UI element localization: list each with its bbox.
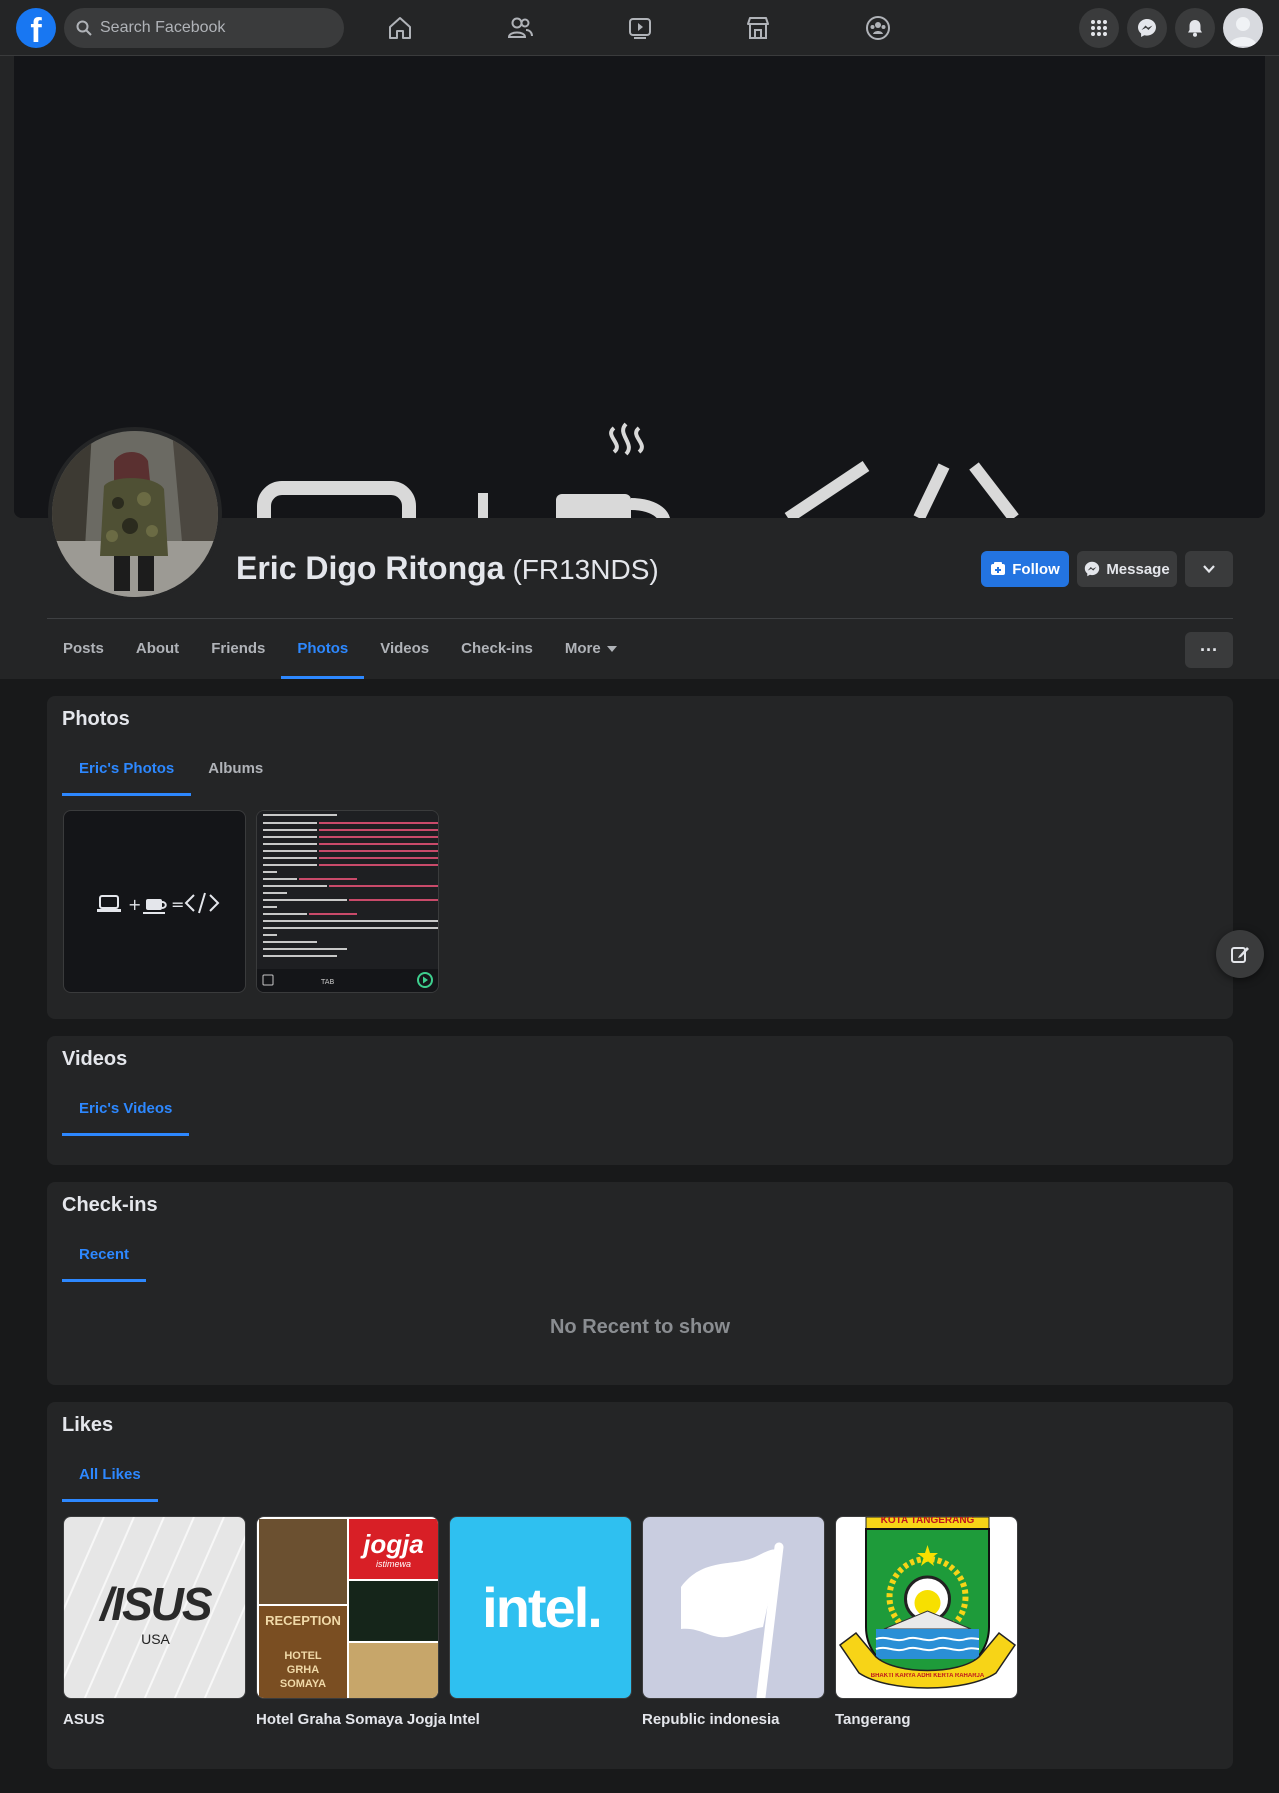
jogja-sub-text: istimewa	[375, 1559, 411, 1569]
tab-about[interactable]: About	[120, 619, 195, 679]
likes-subtabs: All Likes	[62, 1448, 158, 1502]
reception-sign-text: RECEPTION	[265, 1613, 341, 1628]
photo-thumbnail[interactable]: + =	[63, 810, 246, 993]
equals-sign: =	[171, 895, 184, 914]
follow-label: Follow	[1012, 560, 1060, 578]
cover-art-laptop-coffee-code	[14, 56, 1265, 518]
intel-logo-image[interactable]: intel.	[449, 1516, 632, 1699]
profile-options-dropdown[interactable]	[1185, 551, 1233, 587]
check-ins-subtabs: Recent	[62, 1228, 147, 1282]
toolbar-tab-key: TAB	[320, 978, 335, 986]
tangerang-motto-text: BHAKTI KARYA ADHI KERTA RAHARJA	[870, 1673, 985, 1679]
subtab-all-likes[interactable]: All Likes	[62, 1448, 158, 1502]
tab-more-label: More	[564, 640, 601, 657]
photo-thumbnail[interactable]: TAB	[256, 810, 439, 993]
messenger-icon[interactable]	[1127, 8, 1167, 48]
likes-section: Likes All Likes /ISUS USA ASUS jogja ist	[47, 1402, 1233, 1769]
tangerang-emblem	[838, 1517, 1017, 1689]
friends-icon[interactable]	[496, 8, 544, 48]
like-name[interactable]: Hotel Graha Somaya Jogja	[256, 1711, 446, 1728]
check-ins-section: Check-ins Recent No Recent to show	[47, 1182, 1233, 1385]
like-name[interactable]: Intel	[449, 1711, 632, 1728]
account-avatar[interactable]	[1223, 8, 1263, 48]
new-message-button[interactable]	[1216, 930, 1264, 978]
facebook-logo[interactable]: f	[16, 8, 56, 48]
more-options-button[interactable]: ···	[1185, 632, 1233, 668]
jogja-logo-text: jogja	[363, 1529, 424, 1559]
top-navigation-bar: f	[0, 0, 1279, 56]
notifications-icon[interactable]	[1175, 8, 1215, 48]
flag-placeholder-image[interactable]	[642, 1516, 825, 1699]
home-icon[interactable]	[376, 8, 424, 48]
search-input[interactable]	[100, 19, 320, 37]
follow-button[interactable]: Follow	[981, 551, 1069, 587]
hotel-collage-image[interactable]: jogja istimewa RECEPTION HOTEL GRHA SOMA…	[256, 1516, 439, 1699]
like-name[interactable]: Tangerang	[835, 1711, 1018, 1728]
videos-title: Videos	[62, 1048, 128, 1070]
profile-name-line: Eric Digo Ritonga (FR13NDS)	[236, 550, 659, 587]
tab-videos[interactable]: Videos	[364, 619, 445, 679]
photos-grid: + = TAB	[63, 810, 439, 993]
marketplace-icon[interactable]	[734, 8, 782, 48]
subtab-erics-photos[interactable]: Eric's Photos	[62, 742, 192, 796]
empty-state-text: No Recent to show	[549, 1316, 730, 1338]
watch-icon[interactable]	[616, 8, 664, 48]
profile-name: Eric Digo Ritonga	[236, 550, 505, 586]
likes-title: Likes	[62, 1414, 114, 1436]
photos-subtabs: Eric's Photos Albums	[62, 742, 280, 796]
subtab-albums[interactable]: Albums	[191, 742, 280, 796]
flag-icon	[681, 1542, 784, 1698]
caret-down-icon	[606, 646, 617, 653]
like-item-republic-indonesia[interactable]: Republic indonesia	[642, 1516, 825, 1728]
intel-logo-text: intel.	[482, 1576, 603, 1639]
tab-friends[interactable]: Friends	[195, 619, 281, 679]
tab-posts[interactable]: Posts	[47, 619, 120, 679]
tangerang-title-text: KOTA TANGERANG	[880, 1516, 975, 1526]
check-ins-title: Check-ins	[62, 1194, 158, 1216]
search-box[interactable]	[64, 8, 344, 48]
like-name[interactable]: Republic indonesia	[642, 1711, 825, 1728]
photos-title: Photos	[62, 708, 130, 730]
cover-photo[interactable]	[14, 56, 1265, 518]
profile-tabs: Posts About Friends Photos Videos Check-…	[47, 619, 633, 679]
plus-sign: +	[128, 895, 141, 914]
search-icon	[76, 20, 92, 36]
like-item-intel[interactable]: intel. Intel	[449, 1516, 632, 1728]
message-button[interactable]: Message	[1077, 551, 1177, 587]
asus-logo-text: /ISUS	[100, 1578, 212, 1630]
videos-section: Videos Eric's Videos	[47, 1036, 1233, 1165]
messenger-icon	[1085, 561, 1100, 577]
follow-icon	[991, 562, 1006, 575]
asus-sub-text: USA	[141, 1631, 170, 1647]
like-item-tangerang[interactable]: KOTA TANGERANG BHAKTI KARYA ADHI KERTA R…	[835, 1516, 1018, 1728]
photos-section: Photos Eric's Photos Albums + = TAB	[47, 696, 1233, 1019]
profile-alternate-name: (FR13NDS)	[512, 554, 659, 585]
menu-grid-icon[interactable]	[1079, 8, 1119, 48]
subtab-recent[interactable]: Recent	[62, 1228, 147, 1282]
hotel-sign-text: HOTEL GRHA SOMAYA	[279, 1650, 327, 1690]
chevron-down-icon	[1203, 565, 1215, 574]
like-name[interactable]: ASUS	[63, 1711, 246, 1728]
message-label: Message	[1106, 560, 1170, 578]
like-item-asus[interactable]: /ISUS USA ASUS	[63, 1516, 246, 1728]
profile-header: Eric Digo Ritonga (FR13NDS) Follow Messa…	[0, 56, 1279, 679]
asus-logo-image[interactable]: /ISUS USA	[63, 1516, 246, 1699]
tab-more[interactable]: More	[549, 619, 633, 679]
videos-subtabs: Eric's Videos	[62, 1082, 190, 1136]
profile-picture[interactable]	[48, 427, 222, 601]
laptop-coffee-code-image: + =	[97, 892, 220, 914]
tab-photos[interactable]: Photos	[281, 619, 365, 679]
code-screenshot-image: TAB	[257, 811, 438, 992]
likes-grid: /ISUS USA ASUS jogja istimewa RECEPTION …	[63, 1516, 1018, 1728]
like-item-hotel-graha-somaya[interactable]: jogja istimewa RECEPTION HOTEL GRHA SOMA…	[256, 1516, 446, 1728]
groups-icon[interactable]	[854, 8, 902, 48]
subtab-erics-videos[interactable]: Eric's Videos	[62, 1082, 190, 1136]
tab-check-ins[interactable]: Check-ins	[445, 619, 549, 679]
compose-icon	[1231, 947, 1249, 963]
tangerang-emblem-image[interactable]: KOTA TANGERANG BHAKTI KARYA ADHI KERTA R…	[835, 1516, 1018, 1699]
